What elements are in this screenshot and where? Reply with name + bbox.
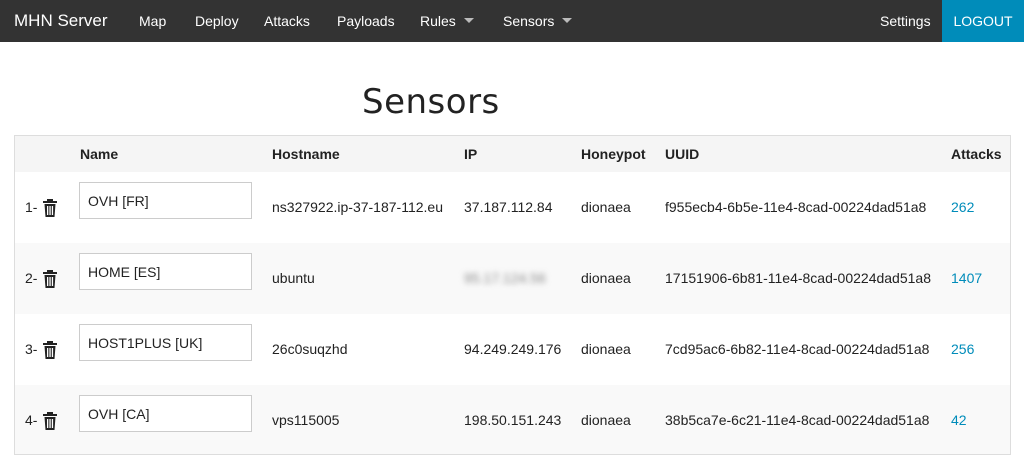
column-header-attacks: Attacks — [951, 146, 1002, 162]
nav-item-rules-label: Rules — [420, 13, 456, 29]
table-header: Name Hostname IP Honeypot UUID Attacks — [15, 136, 1010, 172]
trash-icon[interactable] — [42, 412, 58, 430]
ip-cell: 198.50.151.243 — [464, 412, 562, 428]
table-row: 1- ns327922.ip-37-187-112.eu 37.187.112.… — [15, 172, 1010, 243]
attacks-cell: 262 — [951, 172, 974, 243]
nav-item-payloads[interactable]: Payloads — [337, 0, 395, 42]
hostname-cell: ubuntu — [272, 270, 315, 286]
uuid-cell: 17151906-6b81-11e4-8cad-00224dad51a8 — [665, 270, 931, 286]
honeypot-cell: dionaea — [581, 270, 631, 286]
trash-icon[interactable] — [42, 270, 58, 288]
uuid-cell: 38b5ca7e-6c21-11e4-8cad-00224dad51a8 — [665, 412, 930, 428]
page-title: Sensors — [362, 82, 500, 122]
nav-item-settings[interactable]: Settings — [880, 0, 931, 42]
honeypot-cell: dionaea — [581, 412, 631, 428]
sensor-name-input[interactable] — [79, 395, 252, 432]
attacks-count-link[interactable]: 262 — [951, 199, 974, 215]
uuid-cell: f955ecb4-6b5e-11e4-8cad-00224dad51a8 — [665, 199, 927, 215]
table-row: 3- 26c0suqzhd 94.249.249.176 dionaea 7cd… — [15, 314, 1010, 385]
trash-icon[interactable] — [42, 199, 58, 217]
chevron-down-icon — [562, 17, 573, 23]
hostname-cell: ns327922.ip-37-187-112.eu — [272, 199, 443, 215]
table-row: 2- ubuntu 95.17.124.56 dionaea 17151906-… — [15, 243, 1010, 314]
nav-item-rules[interactable]: Rules — [420, 0, 474, 42]
attacks-cell: 256 — [951, 314, 974, 385]
honeypot-cell: dionaea — [581, 199, 631, 215]
nav-item-sensors-label: Sensors — [503, 13, 555, 29]
table-row: 4- vps115005 198.50.151.243 dionaea 38b5… — [15, 385, 1010, 454]
column-header-name: Name — [80, 146, 119, 162]
column-header-uuid: UUID — [665, 146, 700, 162]
attacks-count-link[interactable]: 1407 — [951, 270, 982, 286]
hostname-cell: vps115005 — [272, 412, 340, 428]
attacks-count-link[interactable]: 256 — [951, 341, 974, 357]
attacks-count-link[interactable]: 42 — [951, 412, 967, 428]
brand-logo[interactable]: MHN Server — [14, 0, 108, 42]
sensor-name-input[interactable] — [79, 324, 252, 361]
chevron-down-icon — [463, 17, 474, 23]
row-index: 2- — [25, 270, 38, 286]
ip-cell: 94.249.249.176 — [464, 341, 562, 357]
attacks-cell: 42 — [951, 385, 967, 454]
ip-cell: 95.17.124.56 — [464, 270, 546, 286]
logout-button[interactable]: LOGOUT — [942, 0, 1024, 42]
column-header-ip: IP — [464, 146, 478, 162]
nav-item-sensors[interactable]: Sensors — [503, 0, 573, 42]
sensor-name-input[interactable] — [79, 182, 252, 219]
uuid-cell: 7cd95ac6-6b82-11e4-8cad-00224dad51a8 — [665, 341, 930, 357]
hostname-cell: 26c0suqzhd — [272, 341, 348, 357]
top-nav-bar: MHN Server Map Deploy Attacks Payloads R… — [0, 0, 1024, 42]
trash-icon[interactable] — [42, 341, 58, 359]
sensor-name-input[interactable] — [79, 253, 252, 290]
nav-item-attacks[interactable]: Attacks — [264, 0, 310, 42]
honeypot-cell: dionaea — [581, 341, 631, 357]
row-index: 1- — [25, 199, 38, 215]
attacks-cell: 1407 — [951, 243, 982, 314]
column-header-hostname: Hostname — [272, 146, 340, 162]
ip-cell: 37.187.112.84 — [464, 199, 553, 215]
row-index: 4- — [25, 412, 38, 428]
nav-item-deploy[interactable]: Deploy — [195, 0, 239, 42]
sensors-table: Name Hostname IP Honeypot UUID Attacks 1… — [14, 135, 1011, 455]
row-index: 3- — [25, 341, 38, 357]
column-header-honeypot: Honeypot — [581, 146, 646, 162]
nav-item-map[interactable]: Map — [139, 0, 166, 42]
